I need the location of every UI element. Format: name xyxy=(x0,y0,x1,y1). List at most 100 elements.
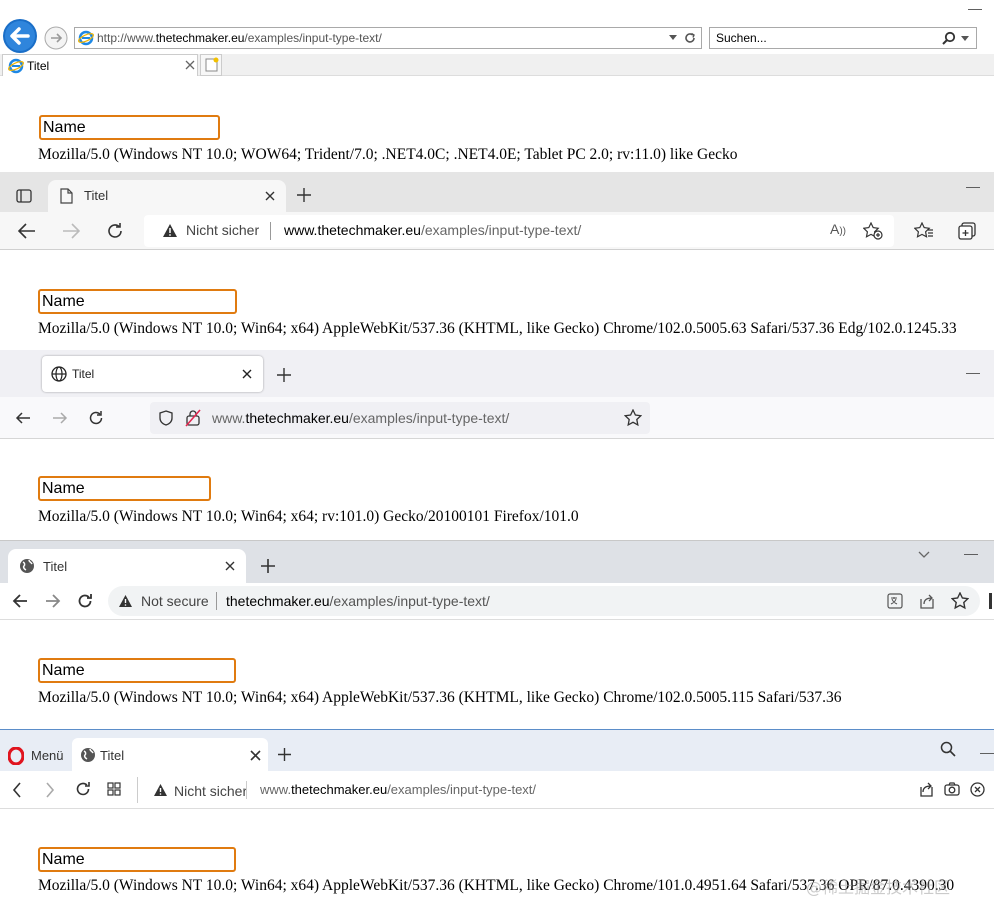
firefox-url-path: /examples/input-type-text/ xyxy=(348,410,510,426)
forward-icon[interactable] xyxy=(52,410,68,426)
ie-search-field[interactable]: Suchen... xyxy=(709,27,977,49)
firefox-address-bar[interactable]: www.thetechmaker.eu/examples/input-type-… xyxy=(150,402,650,434)
edge-address-bar[interactable]: Nicht sicher www.thetechmaker.eu/example… xyxy=(144,215,894,247)
opera-tab[interactable]: Titel xyxy=(72,738,268,772)
search-icon[interactable] xyxy=(942,31,956,45)
close-icon[interactable] xyxy=(185,60,195,70)
refresh-icon[interactable] xyxy=(77,593,93,609)
ie-address-bar[interactable]: http://www.thetechmaker.eu/examples/inpu… xyxy=(74,27,702,49)
new-tab-button[interactable] xyxy=(200,54,222,76)
close-icon[interactable] xyxy=(242,369,252,379)
camera-icon[interactable] xyxy=(944,782,960,796)
opera-address-bar[interactable]: www.thetechmaker.eu/examples/input-type-… xyxy=(260,782,536,797)
ie-tab[interactable]: Titel xyxy=(2,54,198,76)
user-agent-text: Mozilla/5.0 (Windows NT 10.0; Win64; x64… xyxy=(38,320,957,337)
divider xyxy=(216,592,217,610)
edge-security-label[interactable]: Nicht sicher xyxy=(186,222,259,238)
name-input[interactable] xyxy=(38,476,211,501)
forward-icon[interactable] xyxy=(44,26,68,50)
plus-icon[interactable] xyxy=(277,368,291,382)
name-input[interactable] xyxy=(38,658,236,683)
globe-icon xyxy=(51,366,67,382)
opera-security-label[interactable]: Nicht sicher xyxy=(174,783,247,799)
back-icon[interactable] xyxy=(12,782,22,798)
firefox-toolbar: www.thetechmaker.eu/examples/input-type-… xyxy=(0,397,994,439)
opera-logo-icon xyxy=(8,747,24,765)
forward-icon[interactable] xyxy=(62,222,80,240)
chrome-toolbar: Not secure thetechmaker.eu/examples/inpu… xyxy=(0,583,994,620)
forward-icon[interactable] xyxy=(45,782,55,798)
close-icon[interactable] xyxy=(225,561,235,571)
back-icon[interactable] xyxy=(2,18,38,54)
edge-tab[interactable]: Titel xyxy=(48,180,286,212)
share-icon[interactable] xyxy=(919,782,934,797)
star-icon[interactable] xyxy=(624,409,642,427)
search-icon[interactable] xyxy=(940,741,956,757)
plus-icon[interactable] xyxy=(296,187,312,203)
edge-toolbar: Nicht sicher www.thetechmaker.eu/example… xyxy=(0,212,994,250)
share-icon[interactable] xyxy=(919,593,935,609)
refresh-icon[interactable] xyxy=(88,410,104,426)
name-input[interactable] xyxy=(38,289,237,314)
refresh-icon[interactable] xyxy=(106,222,124,240)
minimize-button[interactable]: — xyxy=(964,545,978,561)
ie-logo-icon xyxy=(8,58,24,74)
translate-icon[interactable] xyxy=(887,593,903,609)
ie-window: http://www.thetechmaker.eu/examples/inpu… xyxy=(0,0,994,172)
back-icon[interactable] xyxy=(18,222,36,240)
favorites-icon[interactable] xyxy=(914,222,934,240)
dropdown-icon[interactable] xyxy=(961,36,969,42)
warning-icon xyxy=(118,594,133,608)
globe-icon xyxy=(80,747,96,763)
firefox-tab[interactable]: Titel xyxy=(42,356,263,392)
watermark: @稀土掘金技术社区 xyxy=(806,878,951,897)
back-icon[interactable] xyxy=(12,593,28,609)
divider xyxy=(137,777,138,803)
insecure-lock-icon[interactable] xyxy=(185,409,201,427)
chrome-security-label[interactable]: Not secure xyxy=(141,593,209,609)
ie-url-path: /examples/input-type-text/ xyxy=(244,31,382,45)
chevron-down-icon[interactable] xyxy=(918,551,930,559)
divider xyxy=(270,222,271,240)
opera-url-prefix: www. xyxy=(260,782,292,797)
wallet-icon[interactable] xyxy=(970,782,985,797)
chrome-tab[interactable]: Titel xyxy=(8,549,246,584)
close-icon[interactable] xyxy=(250,750,261,761)
plus-icon[interactable] xyxy=(278,748,291,761)
firefox-tab-title: Titel xyxy=(72,367,95,381)
chrome-url-path: /examples/input-type-text/ xyxy=(329,593,490,609)
add-favorite-icon[interactable] xyxy=(863,222,883,240)
forward-icon[interactable] xyxy=(45,593,61,609)
refresh-icon[interactable] xyxy=(75,781,91,797)
minimize-button[interactable]: — xyxy=(966,364,980,380)
close-icon[interactable] xyxy=(265,191,275,201)
globe-icon xyxy=(19,558,35,574)
refresh-icon[interactable] xyxy=(683,31,697,45)
collections-icon[interactable] xyxy=(958,222,976,240)
divider xyxy=(246,781,247,799)
chrome-address-bar[interactable]: Not secure thetechmaker.eu/examples/inpu… xyxy=(108,586,980,616)
chrome-window: Titel — Not secure thetechmaker.eu/examp… xyxy=(0,540,994,729)
firefox-url-prefix: www. xyxy=(212,410,246,426)
ie-tab-title: Titel xyxy=(27,59,50,73)
minimize-button[interactable]: — xyxy=(980,744,994,760)
shield-icon[interactable] xyxy=(159,410,173,426)
firefox-tab-strip: Titel — xyxy=(0,350,994,397)
minimize-button[interactable]: — xyxy=(966,178,980,194)
user-agent-text: Mozilla/5.0 (Windows NT 10.0; Win64; x64… xyxy=(38,689,842,706)
ie-url-domain: thetechmaker.eu xyxy=(155,31,245,45)
opera-window: Menü Titel — Nicht sicher www.thetechmak… xyxy=(0,729,994,917)
minimize-button[interactable]: — xyxy=(968,0,982,16)
plus-icon[interactable] xyxy=(261,559,275,573)
name-input[interactable] xyxy=(39,115,220,140)
tab-actions-icon[interactable] xyxy=(16,188,32,204)
name-input[interactable] xyxy=(38,847,236,872)
back-icon[interactable] xyxy=(15,410,31,426)
opera-menu-label[interactable]: Menü xyxy=(31,748,64,763)
star-icon[interactable] xyxy=(951,592,969,610)
grid-icon[interactable] xyxy=(107,782,121,796)
read-aloud-icon[interactable]: A)) xyxy=(830,221,846,237)
edge-url-path: /examples/input-type-text/ xyxy=(420,222,582,238)
dropdown-icon[interactable] xyxy=(669,35,677,41)
chrome-tab-title: Titel xyxy=(43,559,68,574)
